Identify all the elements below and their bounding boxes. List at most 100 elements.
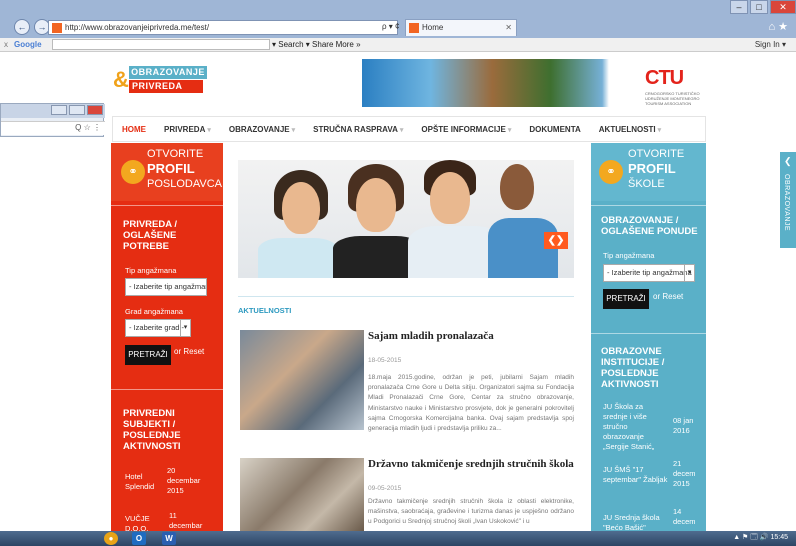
site-logo[interactable]: & OBRAZOVANJE PRIVREDA bbox=[113, 66, 207, 94]
toolbar-close-icon[interactable]: x bbox=[4, 38, 8, 51]
ctu-logo: CTU bbox=[645, 67, 684, 89]
chevron-down-icon: ▾ bbox=[507, 126, 512, 134]
open-school-profile[interactable]: ⚭ OTVORITE PROFIL ŠKOLE bbox=[591, 143, 706, 201]
menu-item-dokumenta[interactable]: DOKUMENTA bbox=[520, 125, 589, 134]
bg-maximize-icon[interactable] bbox=[69, 105, 85, 115]
reset-link[interactable]: or Reset bbox=[653, 292, 683, 301]
chevron-down-icon: ▾ bbox=[207, 126, 211, 134]
tab-title: Home bbox=[422, 23, 444, 32]
news-heading: AKTUELNOSTI bbox=[238, 306, 292, 315]
divider bbox=[591, 333, 706, 334]
activity-name[interactable]: Hotel Splendid bbox=[125, 472, 165, 492]
menu-label: OBRAZOVANJE bbox=[228, 124, 290, 134]
minimize-button[interactable]: – bbox=[730, 0, 748, 14]
section-title: PRIVREDA / OGLAŠENE POTREBE bbox=[123, 219, 178, 252]
windows-taskbar: ● O W ▲ ⚑ 🗔 🔊 15:45 bbox=[0, 531, 796, 546]
logo-top-text: OBRAZOVANJE bbox=[129, 66, 207, 79]
menu-item-opste-informacije[interactable]: OPŠTE INFORMACIJE ▾ bbox=[412, 125, 520, 134]
news-date: 18-05-2015 bbox=[368, 357, 402, 364]
sign-in-link[interactable]: Sign In ▾ bbox=[755, 38, 786, 51]
activity-name[interactable]: JU ŠMŠ "17 septembar" Žabljak bbox=[603, 465, 669, 485]
tab-close-icon[interactable]: ✕ bbox=[505, 20, 512, 35]
bg-close-icon[interactable] bbox=[87, 105, 103, 115]
news-date: 09-05-2015 bbox=[368, 485, 402, 492]
google-toolbar: x Google ▾ Search ▾ Share More » Sign In… bbox=[0, 38, 796, 52]
ctu-logo-subtitle: CRNOGORSKO TURISTIČKO UDRUŽENJE MONTENEG… bbox=[645, 91, 700, 106]
back-button[interactable]: ← bbox=[14, 19, 30, 35]
chevron-down-icon: ▾ bbox=[684, 265, 694, 281]
person-face bbox=[282, 182, 320, 234]
slider-arrows-button[interactable]: ❮❯ bbox=[544, 232, 568, 249]
reset-link[interactable]: or Reset bbox=[174, 347, 204, 356]
main-menu: HOME PRIVREDA ▾ OBRAZOVANJE ▾ STRUČNA RASP… bbox=[112, 116, 706, 142]
menu-item-aktuelnosti[interactable]: AKTUELNOSTI ▾ bbox=[590, 125, 670, 134]
window-controls: – □ ✕ bbox=[730, 0, 796, 16]
menu-item-home[interactable]: HOME bbox=[113, 125, 155, 134]
menu-label: AKTUELNOSTI bbox=[598, 124, 656, 134]
outlook-icon[interactable]: O bbox=[132, 532, 146, 545]
menu-label: STRUČNA RASPRAVA bbox=[313, 124, 398, 134]
search-button[interactable]: PRETRAŽI bbox=[125, 345, 171, 365]
activity-date: 21 decem 2015 bbox=[673, 459, 696, 488]
share-icon: ⚭ bbox=[599, 160, 623, 184]
google-toolbar-tools[interactable]: ▾ Search ▾ Share More » bbox=[272, 38, 361, 51]
chevron-down-icon: ▾ bbox=[399, 126, 404, 134]
side-tab-obrazovanje[interactable]: ❮ OBRAZOVANJE bbox=[780, 152, 796, 248]
news-thumbnail[interactable] bbox=[240, 330, 364, 430]
share-icon: ⚭ bbox=[121, 160, 145, 184]
menu-item-obrazovanje[interactable]: OBRAZOVANJE ▾ bbox=[220, 125, 304, 134]
news-thumbnail[interactable] bbox=[240, 458, 364, 531]
maximize-button[interactable]: □ bbox=[750, 0, 768, 14]
background-window-field[interactable]: Q ☆ ⋮ bbox=[1, 121, 105, 135]
chrome-icon[interactable]: ● bbox=[104, 532, 118, 545]
engagement-type-select[interactable]: - Izaberite tip angažmana bbox=[125, 278, 207, 296]
left-sidebar: ⚭ OTVORITE PROFIL POSLODAVCA PRIVREDA / … bbox=[111, 143, 223, 533]
engagement-type-select[interactable]: - Izaberite tip angažmana - ▾ bbox=[603, 264, 695, 282]
profile-line1: OTVORITE bbox=[628, 148, 685, 160]
field-label: Tip angažmana bbox=[125, 266, 177, 275]
activity-name[interactable]: JU Srednja škola "Bećo Bašić" bbox=[603, 513, 669, 533]
menu-label: PRIVREDA bbox=[164, 124, 206, 134]
menu-item-privreda[interactable]: PRIVREDA ▾ bbox=[155, 125, 220, 134]
bg-minimize-icon[interactable] bbox=[51, 105, 67, 115]
profile-line2: PROFIL bbox=[147, 161, 195, 176]
profile-line3: POSLODAVCA bbox=[147, 178, 222, 190]
background-window: Q ☆ ⋮ bbox=[0, 103, 105, 137]
field-label: Tip angažmana bbox=[603, 251, 655, 260]
activity-date: 20 decembar 2015 bbox=[167, 466, 201, 495]
section-title: OBRAZOVANJE / OGLAŠENE PONUDE bbox=[601, 215, 698, 237]
divider bbox=[111, 389, 223, 390]
field-label: Grad angažmana bbox=[125, 307, 183, 316]
city-select[interactable]: - Izaberite grad - ▾ bbox=[125, 319, 191, 337]
select-value: - Izaberite tip angažmana - bbox=[607, 268, 695, 277]
address-tools[interactable]: ρ ▾ ¢ bbox=[382, 22, 399, 31]
site-favicon-icon bbox=[52, 23, 62, 33]
browser-tab[interactable]: Home ✕ bbox=[405, 19, 517, 36]
person-face bbox=[430, 172, 470, 224]
chevron-down-icon: ▾ bbox=[657, 126, 662, 134]
address-bar[interactable]: http://www.obrazovanjeiprivreda.me/test/ bbox=[48, 20, 398, 35]
system-tray[interactable]: ▲ ⚑ 🗔 🔊 15:45 bbox=[733, 533, 788, 544]
menu-label: HOME bbox=[122, 124, 146, 134]
open-employer-profile[interactable]: ⚭ OTVORITE PROFIL POSLODAVCA bbox=[111, 143, 223, 201]
divider bbox=[111, 205, 223, 206]
news-title[interactable]: Sajam mladih pronalazača bbox=[368, 330, 494, 342]
word-icon[interactable]: W bbox=[162, 532, 176, 545]
hero-slider-image[interactable] bbox=[238, 160, 574, 278]
profile-line3: ŠKOLE bbox=[628, 178, 665, 190]
background-window-titlebar bbox=[1, 104, 105, 118]
chevron-down-icon: ▾ bbox=[180, 320, 190, 336]
menu-item-strucna-rasprava[interactable]: STRUČNA RASPRAVA ▾ bbox=[304, 125, 412, 134]
background-window-controls bbox=[51, 105, 103, 115]
tab-favicon-icon bbox=[409, 23, 419, 33]
divider bbox=[238, 296, 574, 297]
google-search-input[interactable] bbox=[52, 39, 270, 50]
activity-name[interactable]: JU Škola za srednje i više stručno obraz… bbox=[603, 402, 669, 452]
select-value: - Izaberite grad - bbox=[129, 323, 185, 332]
news-title[interactable]: Državno takmičenje srednjih stručnih ško… bbox=[368, 458, 574, 470]
home-favorites-icon[interactable]: ⌂ ★ bbox=[768, 20, 788, 33]
search-button[interactable]: PRETRAŽI bbox=[603, 289, 649, 309]
activity-date: 11 decembar bbox=[169, 511, 203, 530]
close-button[interactable]: ✕ bbox=[770, 0, 796, 14]
menu-label: DOKUMENTA bbox=[529, 124, 581, 134]
